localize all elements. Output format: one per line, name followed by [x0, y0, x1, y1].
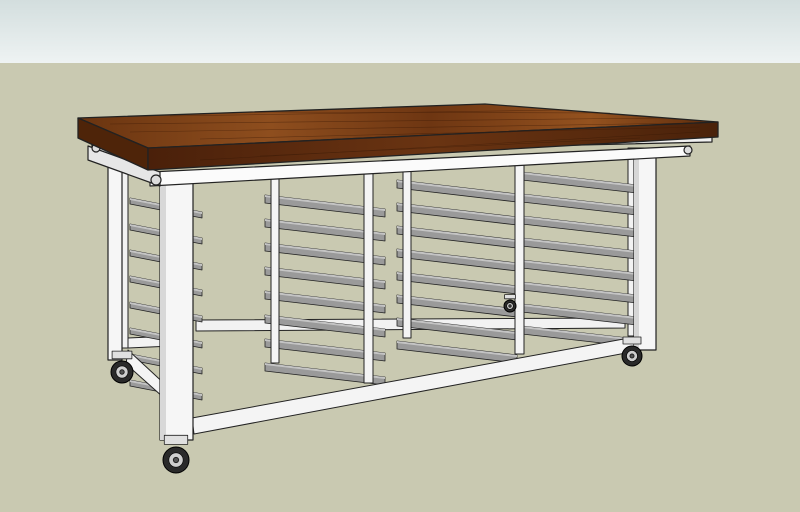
- caster-wheel-icon: [621, 336, 643, 367]
- caster-wheel-icon: [110, 350, 134, 384]
- caster-wheel-icon: [162, 434, 190, 474]
- sketchup-model-viewport[interactable]: [0, 0, 800, 512]
- sky-background: [0, 0, 800, 63]
- caster-wheel-icon: [503, 294, 517, 313]
